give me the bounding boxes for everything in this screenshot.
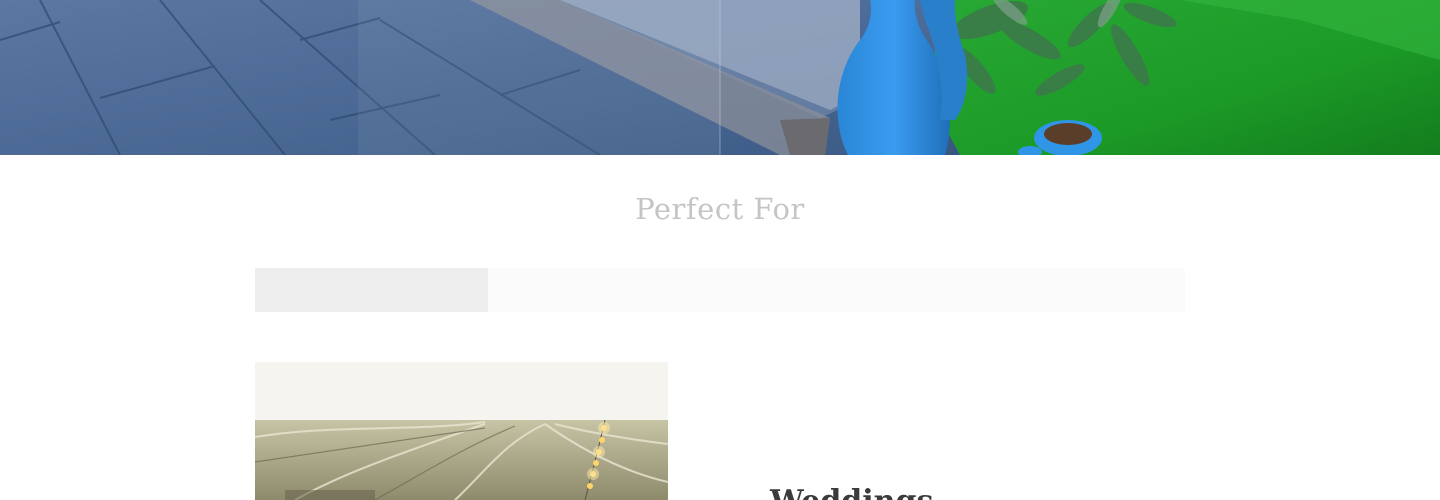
category-tabs — [255, 268, 1185, 312]
hero-photo-illustration — [0, 0, 1440, 155]
hero-photo — [0, 0, 1440, 155]
wedding-tent-illustration — [255, 362, 668, 500]
section-title: Perfect For — [635, 192, 805, 226]
tab-4[interactable] — [953, 268, 1185, 312]
tab-1[interactable] — [255, 268, 488, 312]
tab-2[interactable] — [488, 268, 720, 312]
feature-heading: Weddings — [770, 484, 933, 500]
wedding-image — [255, 362, 668, 500]
tab-3[interactable] — [720, 268, 953, 312]
page: Perfect For — [0, 0, 1440, 500]
